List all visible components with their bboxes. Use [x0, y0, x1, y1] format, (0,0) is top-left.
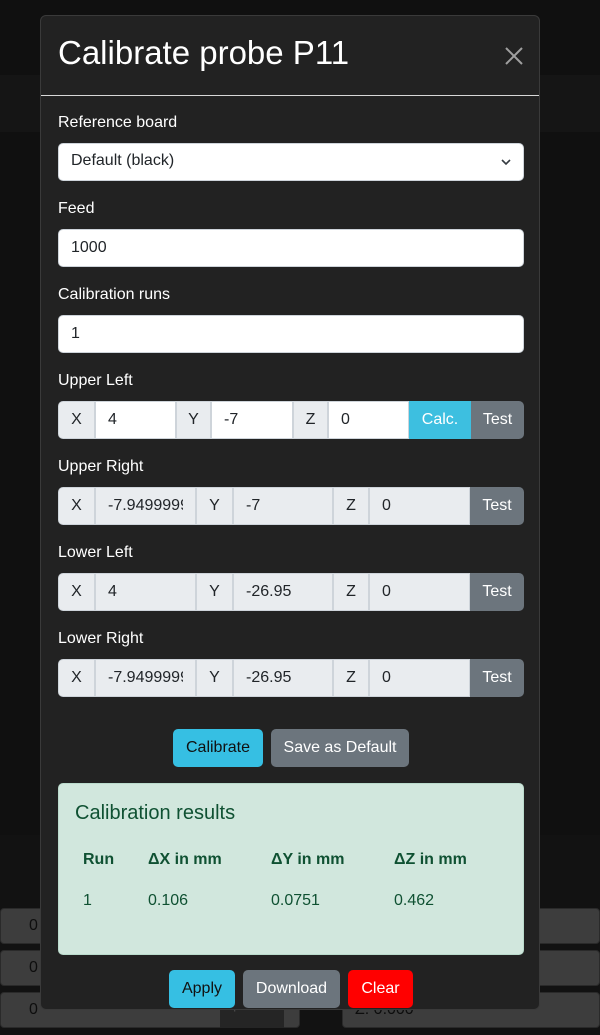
lower-left-test-button[interactable]: Test [470, 573, 524, 611]
feed-input[interactable] [58, 229, 524, 267]
results-cell-dy: 0.0751 [271, 892, 320, 909]
modal-title: Calibrate probe P11 [58, 34, 350, 71]
upper-left-calc-button[interactable]: Calc. [409, 401, 471, 439]
y-addon: Y [196, 487, 233, 525]
reference-board-select[interactable]: Default (black) [58, 143, 524, 181]
results-header-run: Run [83, 851, 115, 868]
calibration-runs-label: Calibration runs [58, 286, 171, 303]
save-as-default-button[interactable]: Save as Default [271, 729, 409, 767]
chevron-down-icon [501, 159, 511, 166]
z-addon: Z [293, 401, 328, 439]
upper-left-x-input[interactable] [95, 401, 176, 439]
lower-left-label: Lower Left [58, 544, 133, 561]
x-addon: X [58, 573, 95, 611]
upper-right-z-input[interactable] [369, 487, 470, 525]
lower-right-y-input[interactable] [233, 659, 333, 697]
y-addon: Y [196, 573, 233, 611]
upper-right-y-input[interactable] [233, 487, 333, 525]
calibration-results-title: Calibration results [75, 802, 236, 824]
close-icon[interactable] [503, 40, 525, 70]
results-header-dx: ΔX in mm [148, 851, 222, 868]
lower-right-label: Lower Right [58, 630, 144, 647]
z-addon: Z [333, 659, 369, 697]
lower-right-x-input[interactable] [95, 659, 196, 697]
results-header-dz: ΔZ in mm [394, 851, 467, 868]
lower-left-y-input[interactable] [233, 573, 333, 611]
feed-label: Feed [58, 200, 95, 217]
lower-right-z-input[interactable] [369, 659, 470, 697]
x-addon: X [58, 659, 95, 697]
x-addon: X [58, 401, 95, 439]
upper-right-test-button[interactable]: Test [470, 487, 524, 525]
z-addon: Z [333, 573, 369, 611]
results-cell-dx: 0.106 [148, 892, 189, 909]
download-button[interactable]: Download [243, 970, 340, 1008]
upper-right-label: Upper Right [58, 458, 144, 475]
calibrate-probe-dialog: Calibrate probe P11 Reference board Defa… [40, 15, 540, 1010]
calibration-results-panel: Calibration results Run ΔX in mm ΔY in m… [58, 783, 524, 955]
calibration-runs-input[interactable] [58, 315, 524, 353]
results-cell-dz: 0.462 [394, 892, 435, 909]
upper-right-coordinates: X Y Z Test [58, 487, 524, 525]
clear-button[interactable]: Clear [348, 970, 413, 1008]
y-addon: Y [196, 659, 233, 697]
reference-board-value: Default (black) [71, 152, 175, 169]
upper-left-label: Upper Left [58, 372, 133, 389]
x-addon: X [58, 487, 95, 525]
upper-right-x-input[interactable] [95, 487, 196, 525]
upper-left-test-button[interactable]: Test [471, 401, 524, 439]
apply-button[interactable]: Apply [169, 970, 235, 1008]
lower-right-coordinates: X Y Z Test [58, 659, 524, 697]
lower-left-coordinates: X Y Z Test [58, 573, 524, 611]
modal-header: Calibrate probe P11 [41, 16, 539, 96]
lower-right-test-button[interactable]: Test [470, 659, 524, 697]
y-addon: Y [176, 401, 211, 439]
calibrate-button[interactable]: Calibrate [173, 729, 263, 767]
z-addon: Z [333, 487, 369, 525]
results-cell-run: 1 [83, 892, 92, 909]
upper-left-coordinates: X Y Z Calc. Test [58, 401, 524, 439]
lower-left-x-input[interactable] [95, 573, 196, 611]
upper-left-z-input[interactable] [328, 401, 409, 439]
lower-left-z-input[interactable] [369, 573, 470, 611]
upper-left-y-input[interactable] [211, 401, 293, 439]
results-header-dy: ΔY in mm [271, 851, 345, 868]
reference-board-label: Reference board [58, 114, 178, 131]
